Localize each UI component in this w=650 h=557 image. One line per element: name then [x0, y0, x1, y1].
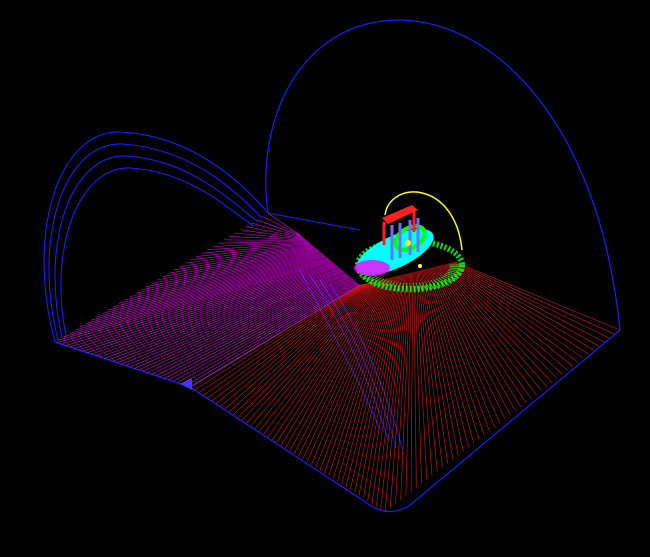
- right-mesh-line: [432, 267, 511, 416]
- 3d-viewport[interactable]: [0, 0, 650, 557]
- right-mesh-line: [443, 264, 563, 375]
- right-mesh-line: [298, 278, 387, 457]
- left-mesh-line: [223, 239, 307, 242]
- center-assembly: [354, 191, 465, 293]
- left-mesh-line: [245, 226, 304, 239]
- left-mesh-line: [135, 251, 321, 294]
- right-mesh-line: [433, 266, 516, 412]
- left-mesh-line: [262, 216, 301, 236]
- left-mesh-line: [164, 280, 355, 379]
- right-mesh-line: [410, 272, 414, 492]
- left-mesh-line: [65, 263, 336, 346]
- floor-boundary: [54, 329, 621, 513]
- left-mesh-line: [74, 259, 331, 331]
- yellow-marker: [405, 240, 411, 246]
- right-mesh-line: [267, 280, 380, 438]
- right-mesh-line: [427, 268, 485, 436]
- yellow-marker: [418, 264, 422, 268]
- right-mesh-line: [426, 268, 480, 440]
- left-mesh-line: [69, 264, 337, 348]
- right-mesh-line: [405, 272, 413, 496]
- left-arch-curve: [60, 167, 255, 337]
- left-arch-curve: [48, 143, 263, 341]
- left-mesh-line: [168, 281, 356, 381]
- right-mesh-line: [453, 261, 615, 335]
- right-mesh-line: [429, 268, 495, 428]
- left-mesh-line: [74, 265, 337, 349]
- top-edge: [267, 212, 361, 231]
- right-mesh-line: [423, 269, 464, 452]
- right-mesh-line: [454, 261, 621, 331]
- right-mesh-line: [441, 265, 553, 383]
- right-mesh-line: [439, 265, 548, 387]
- right-mesh-line: [421, 269, 459, 456]
- left-mesh-line: [147, 277, 352, 373]
- right-mesh-line: [452, 262, 610, 339]
- left-mesh-line: [79, 258, 330, 328]
- right-mesh-line: [437, 265, 537, 395]
- right-mesh-line: [376, 273, 406, 507]
- wireframe-scene: [43, 19, 621, 513]
- right-mesh-line: [418, 270, 443, 468]
- left-mesh-line: [118, 253, 324, 304]
- magenta-glow: [354, 260, 390, 276]
- right-mesh-line: [442, 264, 558, 379]
- left-mesh-line: [256, 219, 302, 237]
